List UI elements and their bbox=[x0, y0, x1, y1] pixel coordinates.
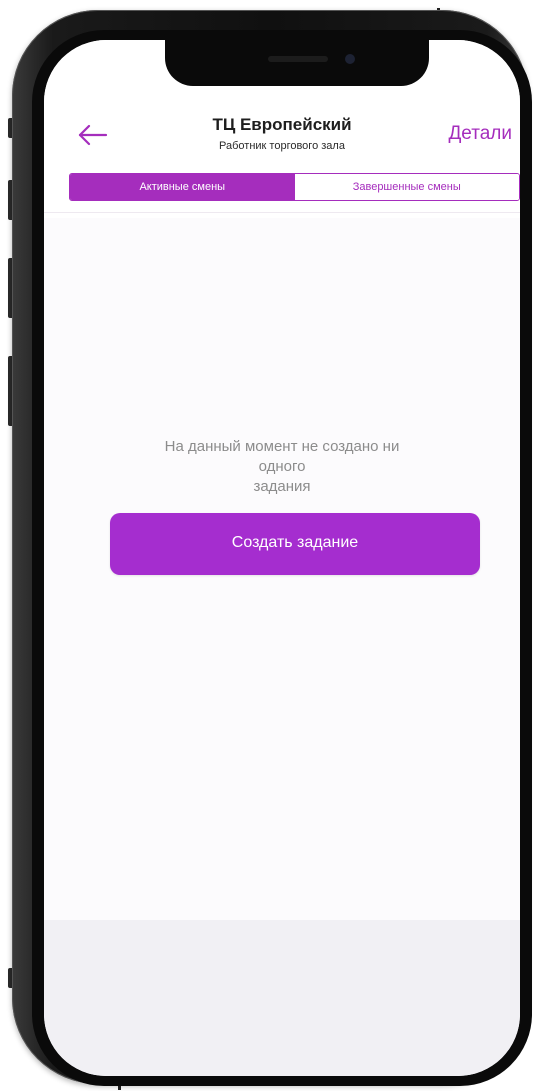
bottom-area bbox=[44, 920, 520, 1076]
empty-state-line: задания bbox=[253, 478, 311, 495]
shift-tabs: Активные смены Завершенные смены bbox=[69, 173, 520, 201]
create-task-button[interactable]: Создать задание bbox=[110, 513, 480, 575]
arrow-left-icon bbox=[74, 120, 110, 150]
front-camera bbox=[345, 54, 355, 64]
details-link[interactable]: Детали bbox=[448, 123, 512, 145]
create-task-label: Создать задание bbox=[231, 534, 359, 551]
tab-active-shifts[interactable]: Активные смены bbox=[70, 174, 295, 200]
empty-state-line: На данный момент не создано ни bbox=[164, 438, 400, 455]
page-title: ТЦ Европейский bbox=[212, 115, 352, 134]
phone-screen: ТЦ Европейский Работник торгового зала Д… bbox=[44, 40, 520, 1076]
speaker-grille bbox=[268, 56, 328, 62]
empty-state-message: На данный момент не создано ни одного за… bbox=[94, 437, 470, 497]
tab-completed-shifts[interactable]: Завершенные смены bbox=[294, 174, 519, 200]
device-mockup: ТЦ Европейский Работник торгового зала Д… bbox=[0, 0, 540, 1091]
page-subtitle: Работник торгового зала bbox=[219, 140, 345, 152]
empty-state-line: одного bbox=[258, 458, 306, 475]
header-divider bbox=[44, 212, 520, 213]
back-button[interactable] bbox=[74, 120, 110, 150]
phone-notch bbox=[165, 40, 429, 86]
title-block: ТЦ Европейский Работник торгового зала bbox=[144, 114, 420, 154]
phone-frame: ТЦ Европейский Работник торгового зала Д… bbox=[12, 10, 532, 1086]
